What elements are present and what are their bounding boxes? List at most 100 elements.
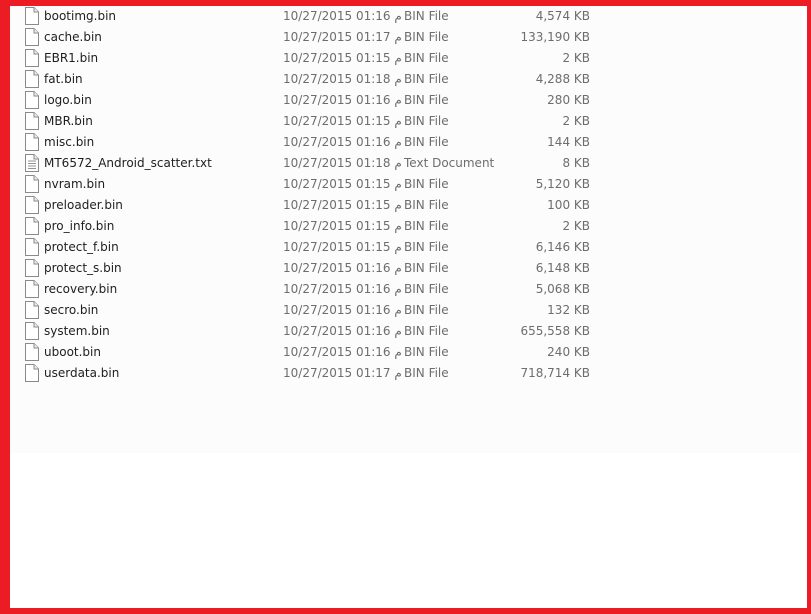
file-row[interactable]: system.bin 10/27/2015 01:16 م BIN File 655,… [10,321,803,342]
file-icon [25,343,39,361]
file-row[interactable]: MT6572_Android_scatter.txt 10/27/2015 01:… [10,153,803,174]
file-icon [25,259,39,277]
file-icon [25,112,39,130]
file-size: 280 KB [547,93,590,107]
file-name: secro.bin [44,303,99,317]
file-size: 133,190 KB [520,30,590,44]
file-size: 144 KB [547,135,590,149]
file-size: 6,146 KB [535,240,590,254]
file-date-modified: 10/27/2015 01:16 م [283,135,402,149]
file-icon [25,49,39,67]
file-name: preloader.bin [44,198,123,212]
file-row[interactable]: nvram.bin 10/27/2015 01:15 م BIN File 5,120… [10,174,803,195]
file-name: cache.bin [44,30,102,44]
file-size: 2 KB [562,114,590,128]
file-name: userdata.bin [44,366,120,380]
file-size: 655,558 KB [520,324,590,338]
file-date-modified: 10/27/2015 01:17 م [283,30,402,44]
file-type: BIN File [404,51,449,65]
file-icon [25,322,39,340]
file-name: protect_s.bin [44,261,122,275]
file-icon [25,28,39,46]
file-type: BIN File [404,282,449,296]
screenshot-frame: bootimg.bin 10/27/2015 01:16 م BIN File 4,5… [0,0,811,614]
file-type: BIN File [404,114,449,128]
file-size: 4,574 KB [535,9,590,23]
file-row[interactable]: preloader.bin 10/27/2015 01:15 م BIN File 1… [10,195,803,216]
file-icon [25,280,39,298]
file-row[interactable]: userdata.bin 10/27/2015 01:17 م BIN File 71… [10,363,803,384]
file-name: EBR1.bin [44,51,99,65]
file-icon [25,364,39,382]
file-icon [25,175,39,193]
file-date-modified: 10/27/2015 01:15 م [283,198,402,212]
file-name: fat.bin [44,72,83,86]
file-icon [25,238,39,256]
file-row[interactable]: protect_f.bin 10/27/2015 01:15 م BIN File 6… [10,237,803,258]
file-row[interactable]: bootimg.bin 10/27/2015 01:16 م BIN File 4,5… [10,6,803,27]
file-row[interactable]: pro_info.bin 10/27/2015 01:15 م BIN File 2 … [10,216,803,237]
file-date-modified: 10/27/2015 01:18 م [283,72,402,86]
file-date-modified: 10/27/2015 01:16 م [283,9,402,23]
file-size: 2 KB [562,219,590,233]
file-size: 6,148 KB [535,261,590,275]
file-date-modified: 10/27/2015 01:16 م [283,324,402,338]
file-name: uboot.bin [44,345,101,359]
file-row[interactable]: protect_s.bin 10/27/2015 01:16 م BIN File 6… [10,258,803,279]
file-name: nvram.bin [44,177,106,191]
file-date-modified: 10/27/2015 01:16 م [283,303,402,317]
file-type: BIN File [404,93,449,107]
file-type: BIN File [404,177,449,191]
file-row[interactable]: logo.bin 10/27/2015 01:16 م BIN File 280 KB [10,90,803,111]
file-row[interactable]: EBR1.bin 10/27/2015 01:15 م BIN File 2 KB [10,48,803,69]
file-type: BIN File [404,30,449,44]
file-size: 4,288 KB [535,72,590,86]
text-document-icon [25,154,39,172]
file-date-modified: 10/27/2015 01:15 م [283,51,402,65]
file-icon [25,196,39,214]
file-name: MT6572_Android_scatter.txt [44,156,212,170]
file-type: BIN File [404,9,449,23]
file-type: BIN File [404,303,449,317]
file-row[interactable]: MBR.bin 10/27/2015 01:15 م BIN File 2 KB [10,111,803,132]
file-date-modified: 10/27/2015 01:15 م [283,219,402,233]
file-name: recovery.bin [44,282,118,296]
file-name: logo.bin [44,93,92,107]
file-date-modified: 10/27/2015 01:16 م [283,261,402,275]
file-row[interactable]: secro.bin 10/27/2015 01:16 م BIN File 132 K… [10,300,803,321]
file-date-modified: 10/27/2015 01:16 م [283,282,402,296]
file-icon [25,217,39,235]
file-row[interactable]: recovery.bin 10/27/2015 01:16 م BIN File 5,… [10,279,803,300]
file-row[interactable]: uboot.bin 10/27/2015 01:16 م BIN File 240 K… [10,342,803,363]
file-size: 100 KB [547,198,590,212]
file-type: BIN File [404,219,449,233]
file-name: pro_info.bin [44,219,115,233]
file-icon [25,133,39,151]
file-row[interactable]: fat.bin 10/27/2015 01:18 م BIN File 4,288 K… [10,69,803,90]
file-row[interactable]: cache.bin 10/27/2015 01:17 م BIN File 133,1… [10,27,803,48]
file-size: 132 KB [547,303,590,317]
file-name: misc.bin [44,135,95,149]
file-type: BIN File [404,261,449,275]
file-size: 2 KB [562,51,590,65]
file-date-modified: 10/27/2015 01:15 م [283,114,402,128]
file-type: BIN File [404,345,449,359]
file-icon [25,91,39,109]
file-date-modified: 10/27/2015 01:15 م [283,177,402,191]
file-name: MBR.bin [44,114,93,128]
file-date-modified: 10/27/2015 01:16 م [283,93,402,107]
file-icon [25,70,39,88]
file-name: protect_f.bin [44,240,119,254]
file-row[interactable]: misc.bin 10/27/2015 01:16 م BIN File 144 KB [10,132,803,153]
file-type: BIN File [404,135,449,149]
file-list: bootimg.bin 10/27/2015 01:16 م BIN File 4,5… [10,6,803,453]
file-type: BIN File [404,198,449,212]
file-size: 8 KB [562,156,590,170]
file-date-modified: 10/27/2015 01:15 م [283,240,402,254]
file-type: Text Document [404,156,495,170]
file-date-modified: 10/27/2015 01:17 م [283,366,402,380]
file-icon [25,301,39,319]
file-date-modified: 10/27/2015 01:18 م [283,156,402,170]
file-type: BIN File [404,240,449,254]
file-type: BIN File [404,324,449,338]
